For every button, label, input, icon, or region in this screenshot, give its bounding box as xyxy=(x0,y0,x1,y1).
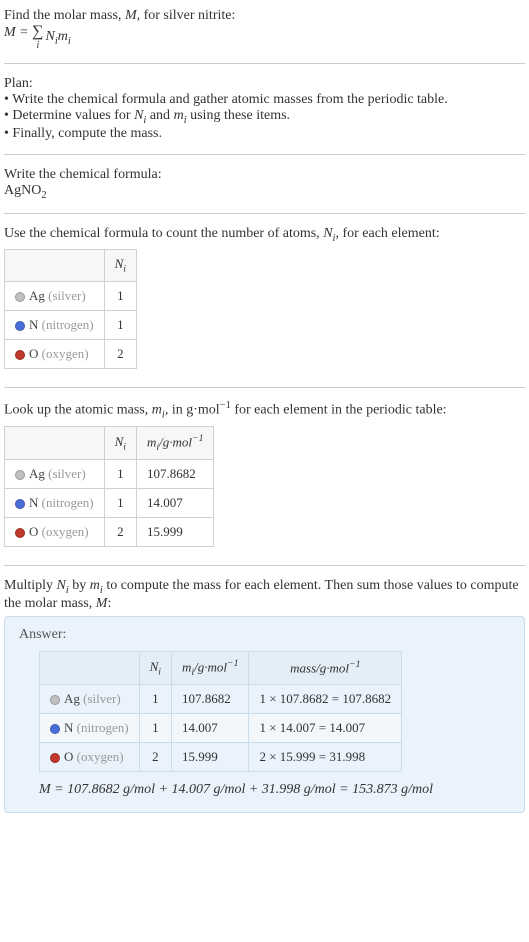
table-header-row: Ni mi/g·mol−1 mass/g·mol−1 xyxy=(40,652,402,685)
answer-box: Answer: Ni mi/g·mol−1 mass/g·mol−1 Ag (s… xyxy=(4,616,525,813)
table-row: O (oxygen) 2 15.999 xyxy=(5,518,214,547)
table-row: N (nitrogen) 1 xyxy=(5,310,137,339)
n-cell: 2 xyxy=(104,339,136,368)
divider xyxy=(4,213,525,214)
atomic-mass-section: Look up the atomic mass, mi, in g·mol−1 … xyxy=(4,396,525,557)
m-cell: 14.007 xyxy=(172,714,249,743)
m-cell: 107.8682 xyxy=(137,460,214,489)
col-N: Ni xyxy=(104,427,136,460)
plan-bullet: • Finally, compute the mass. xyxy=(4,126,525,142)
table-row: O (oxygen) 2 xyxy=(5,339,137,368)
element-swatch-icon xyxy=(15,528,25,538)
col-m: mi/g·mol−1 xyxy=(137,427,214,460)
calc-cell: 2 × 15.999 = 31.998 xyxy=(249,743,402,772)
n-cell: 1 xyxy=(104,310,136,339)
plan-section: Plan: • Write the chemical formula and g… xyxy=(4,72,525,146)
n-cell: 2 xyxy=(139,743,171,772)
element-swatch-icon xyxy=(15,470,25,480)
element-swatch-icon xyxy=(15,350,25,360)
col-element xyxy=(5,427,105,460)
n-cell: 1 xyxy=(104,281,136,310)
n-cell: 1 xyxy=(104,460,136,489)
problem-statement: Find the molar mass, M, for silver nitri… xyxy=(4,4,525,55)
text: Find the molar mass, xyxy=(4,8,125,23)
m-cell: 15.999 xyxy=(137,518,214,547)
final-answer: M = 107.8682 g/mol + 14.007 g/mol + 31.9… xyxy=(39,782,510,798)
col-mass: mass/g·mol−1 xyxy=(249,652,402,685)
lhs: M xyxy=(4,25,16,40)
atomic-mass-intro: Look up the atomic mass, mi, in g·mol−1 … xyxy=(4,400,525,420)
divider xyxy=(4,154,525,155)
atom-count-table: Ni Ag (silver) 1 N (nitrogen) 1 O (oxyge… xyxy=(4,249,137,369)
answer-title: Answer: xyxy=(19,627,510,643)
text: , for silver nitrite: xyxy=(137,8,236,23)
divider xyxy=(4,387,525,388)
table-row: O (oxygen) 2 15.999 2 × 15.999 = 31.998 xyxy=(40,743,402,772)
n-cell: 2 xyxy=(104,518,136,547)
element-swatch-icon xyxy=(50,724,60,734)
divider xyxy=(4,565,525,566)
element-swatch-icon xyxy=(50,753,60,763)
atom-count-intro: Use the chemical formula to count the nu… xyxy=(4,226,525,244)
table-row: N (nitrogen) 1 14.007 xyxy=(5,489,214,518)
col-element xyxy=(40,652,140,685)
element-cell: O (oxygen) xyxy=(40,743,140,772)
element-cell: Ag (silver) xyxy=(5,460,105,489)
table-row: Ag (silver) 1 xyxy=(5,281,137,310)
element-cell: Ag (silver) xyxy=(5,281,105,310)
table-header-row: Ni xyxy=(5,250,137,282)
chem-formula: AgNO2 xyxy=(4,183,525,201)
table-row: Ag (silver) 1 107.8682 xyxy=(5,460,214,489)
eq: = xyxy=(16,25,32,40)
col-m: mi/g·mol−1 xyxy=(172,652,249,685)
col-element xyxy=(5,250,105,282)
plan-bullet: • Write the chemical formula and gather … xyxy=(4,92,525,108)
n-cell: 1 xyxy=(139,685,171,714)
element-cell: O (oxygen) xyxy=(5,339,105,368)
m-cell: 107.8682 xyxy=(172,685,249,714)
element-cell: N (nitrogen) xyxy=(5,489,105,518)
element-swatch-icon xyxy=(15,292,25,302)
divider xyxy=(4,63,525,64)
calc-cell: 1 × 107.8682 = 107.8682 xyxy=(249,685,402,714)
sigma-icon: ∑ i xyxy=(32,24,43,51)
table-header-row: Ni mi/g·mol−1 xyxy=(5,427,214,460)
element-swatch-icon xyxy=(15,321,25,331)
element-cell: O (oxygen) xyxy=(5,518,105,547)
element-cell: Ag (silver) xyxy=(40,685,140,714)
calc-cell: 1 × 14.007 = 14.007 xyxy=(249,714,402,743)
atom-count-section: Use the chemical formula to count the nu… xyxy=(4,222,525,379)
table-row: N (nitrogen) 1 14.007 1 × 14.007 = 14.00… xyxy=(40,714,402,743)
m-cell: 14.007 xyxy=(137,489,214,518)
element-swatch-icon xyxy=(15,499,25,509)
answer-table: Ni mi/g·mol−1 mass/g·mol−1 Ag (silver) 1… xyxy=(39,651,402,772)
n-cell: 1 xyxy=(139,714,171,743)
col-N: Ni xyxy=(104,250,136,282)
atomic-mass-table: Ni mi/g·mol−1 Ag (silver) 1 107.8682 N (… xyxy=(4,426,214,547)
plan-bullet: • Determine values for Ni and mi using t… xyxy=(4,108,525,126)
compute-intro: Multiply Ni by mi to compute the mass fo… xyxy=(4,578,525,612)
chem-formula-title: Write the chemical formula: xyxy=(4,167,525,183)
sum-expression: ∑ i Nimi xyxy=(32,24,71,51)
element-swatch-icon xyxy=(50,695,60,705)
n-cell: 1 xyxy=(104,489,136,518)
molar-mass-formula: M = ∑ i Nimi xyxy=(4,24,525,51)
m-cell: 15.999 xyxy=(172,743,249,772)
element-cell: N (nitrogen) xyxy=(5,310,105,339)
plan-title: Plan: xyxy=(4,76,525,92)
element-cell: N (nitrogen) xyxy=(40,714,140,743)
table-row: Ag (silver) 1 107.8682 1 × 107.8682 = 10… xyxy=(40,685,402,714)
col-N: Ni xyxy=(139,652,171,685)
compute-section: Multiply Ni by mi to compute the mass fo… xyxy=(4,574,525,817)
problem-line: Find the molar mass, M, for silver nitri… xyxy=(4,8,525,24)
var-M: M xyxy=(125,8,137,23)
chem-formula-section: Write the chemical formula: AgNO2 xyxy=(4,163,525,205)
